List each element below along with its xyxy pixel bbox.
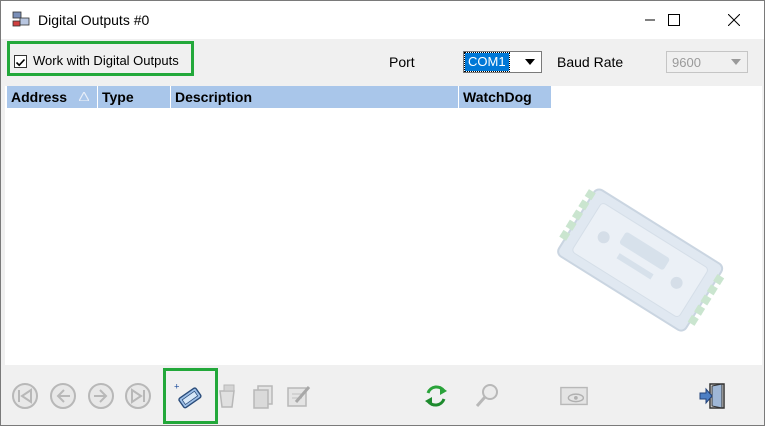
title-bar: Digital Outputs #0 [1, 1, 764, 39]
port-label: Port [389, 54, 415, 70]
first-record-button[interactable] [10, 381, 40, 411]
last-record-icon [125, 383, 151, 409]
next-record-button[interactable] [86, 381, 116, 411]
baud-rate-label: Baud Rate [557, 54, 624, 70]
work-with-outputs-label[interactable]: Work with Digital Outputs [33, 53, 179, 68]
chevron-down-icon [521, 53, 539, 71]
edit-icon [287, 386, 311, 407]
maximize-icon [668, 14, 680, 26]
checkmark-icon [15, 58, 26, 67]
refresh-icon [425, 385, 447, 407]
exit-button[interactable] [698, 381, 728, 411]
grid-header: Address Type Description WatchDog [7, 86, 552, 108]
baud-rate-select[interactable]: 9600 [666, 51, 748, 73]
column-description[interactable]: Description [171, 86, 459, 108]
column-label: Type [102, 89, 134, 105]
last-record-button[interactable] [123, 381, 153, 411]
refresh-button[interactable] [421, 381, 451, 411]
baud-rate-value: 9600 [672, 55, 701, 70]
chevron-down-icon [727, 53, 745, 71]
column-watchdog[interactable]: WatchDog [459, 86, 552, 108]
svg-text:+: + [174, 381, 179, 391]
work-with-outputs-checkbox[interactable] [14, 55, 27, 68]
next-record-icon [88, 383, 114, 409]
previous-record-button[interactable] [48, 381, 78, 411]
delete-icon [219, 384, 235, 408]
previous-record-icon [50, 383, 76, 409]
settings-row: Work with Digital Outputs Port COM1 Baud… [1, 39, 764, 86]
view-button[interactable] [559, 381, 589, 411]
delete-button[interactable] [212, 381, 242, 411]
edit-button[interactable] [283, 381, 313, 411]
window-title: Digital Outputs #0 [38, 12, 150, 28]
close-icon [728, 14, 740, 26]
port-select[interactable]: COM1 [463, 51, 542, 73]
copy-icon [253, 385, 273, 409]
port-value: COM1 [464, 52, 510, 72]
exit-icon [699, 383, 725, 409]
search-icon [475, 384, 498, 407]
outputs-grid[interactable]: Address Type Description WatchDog [5, 86, 762, 365]
new-module-icon: + [174, 381, 202, 409]
column-address[interactable]: Address [7, 86, 98, 108]
first-record-icon [12, 383, 38, 409]
view-icon [560, 386, 588, 406]
column-label: Address [11, 89, 68, 105]
app-icon [11, 10, 31, 30]
close-button[interactable] [711, 1, 757, 39]
search-button[interactable] [472, 381, 502, 411]
new-module-button[interactable]: + [174, 381, 204, 411]
bottom-toolbar: + [1, 365, 764, 425]
maximize-button[interactable] [651, 1, 697, 39]
device-module-image [557, 188, 725, 332]
sort-ascending-icon [79, 92, 89, 101]
column-label: Description [175, 89, 253, 105]
column-label: WatchDog [463, 89, 532, 105]
digital-outputs-window: Digital Outputs #0 Work with Digital Out… [0, 0, 765, 426]
column-type[interactable]: Type [98, 86, 171, 108]
copy-button[interactable] [248, 381, 278, 411]
